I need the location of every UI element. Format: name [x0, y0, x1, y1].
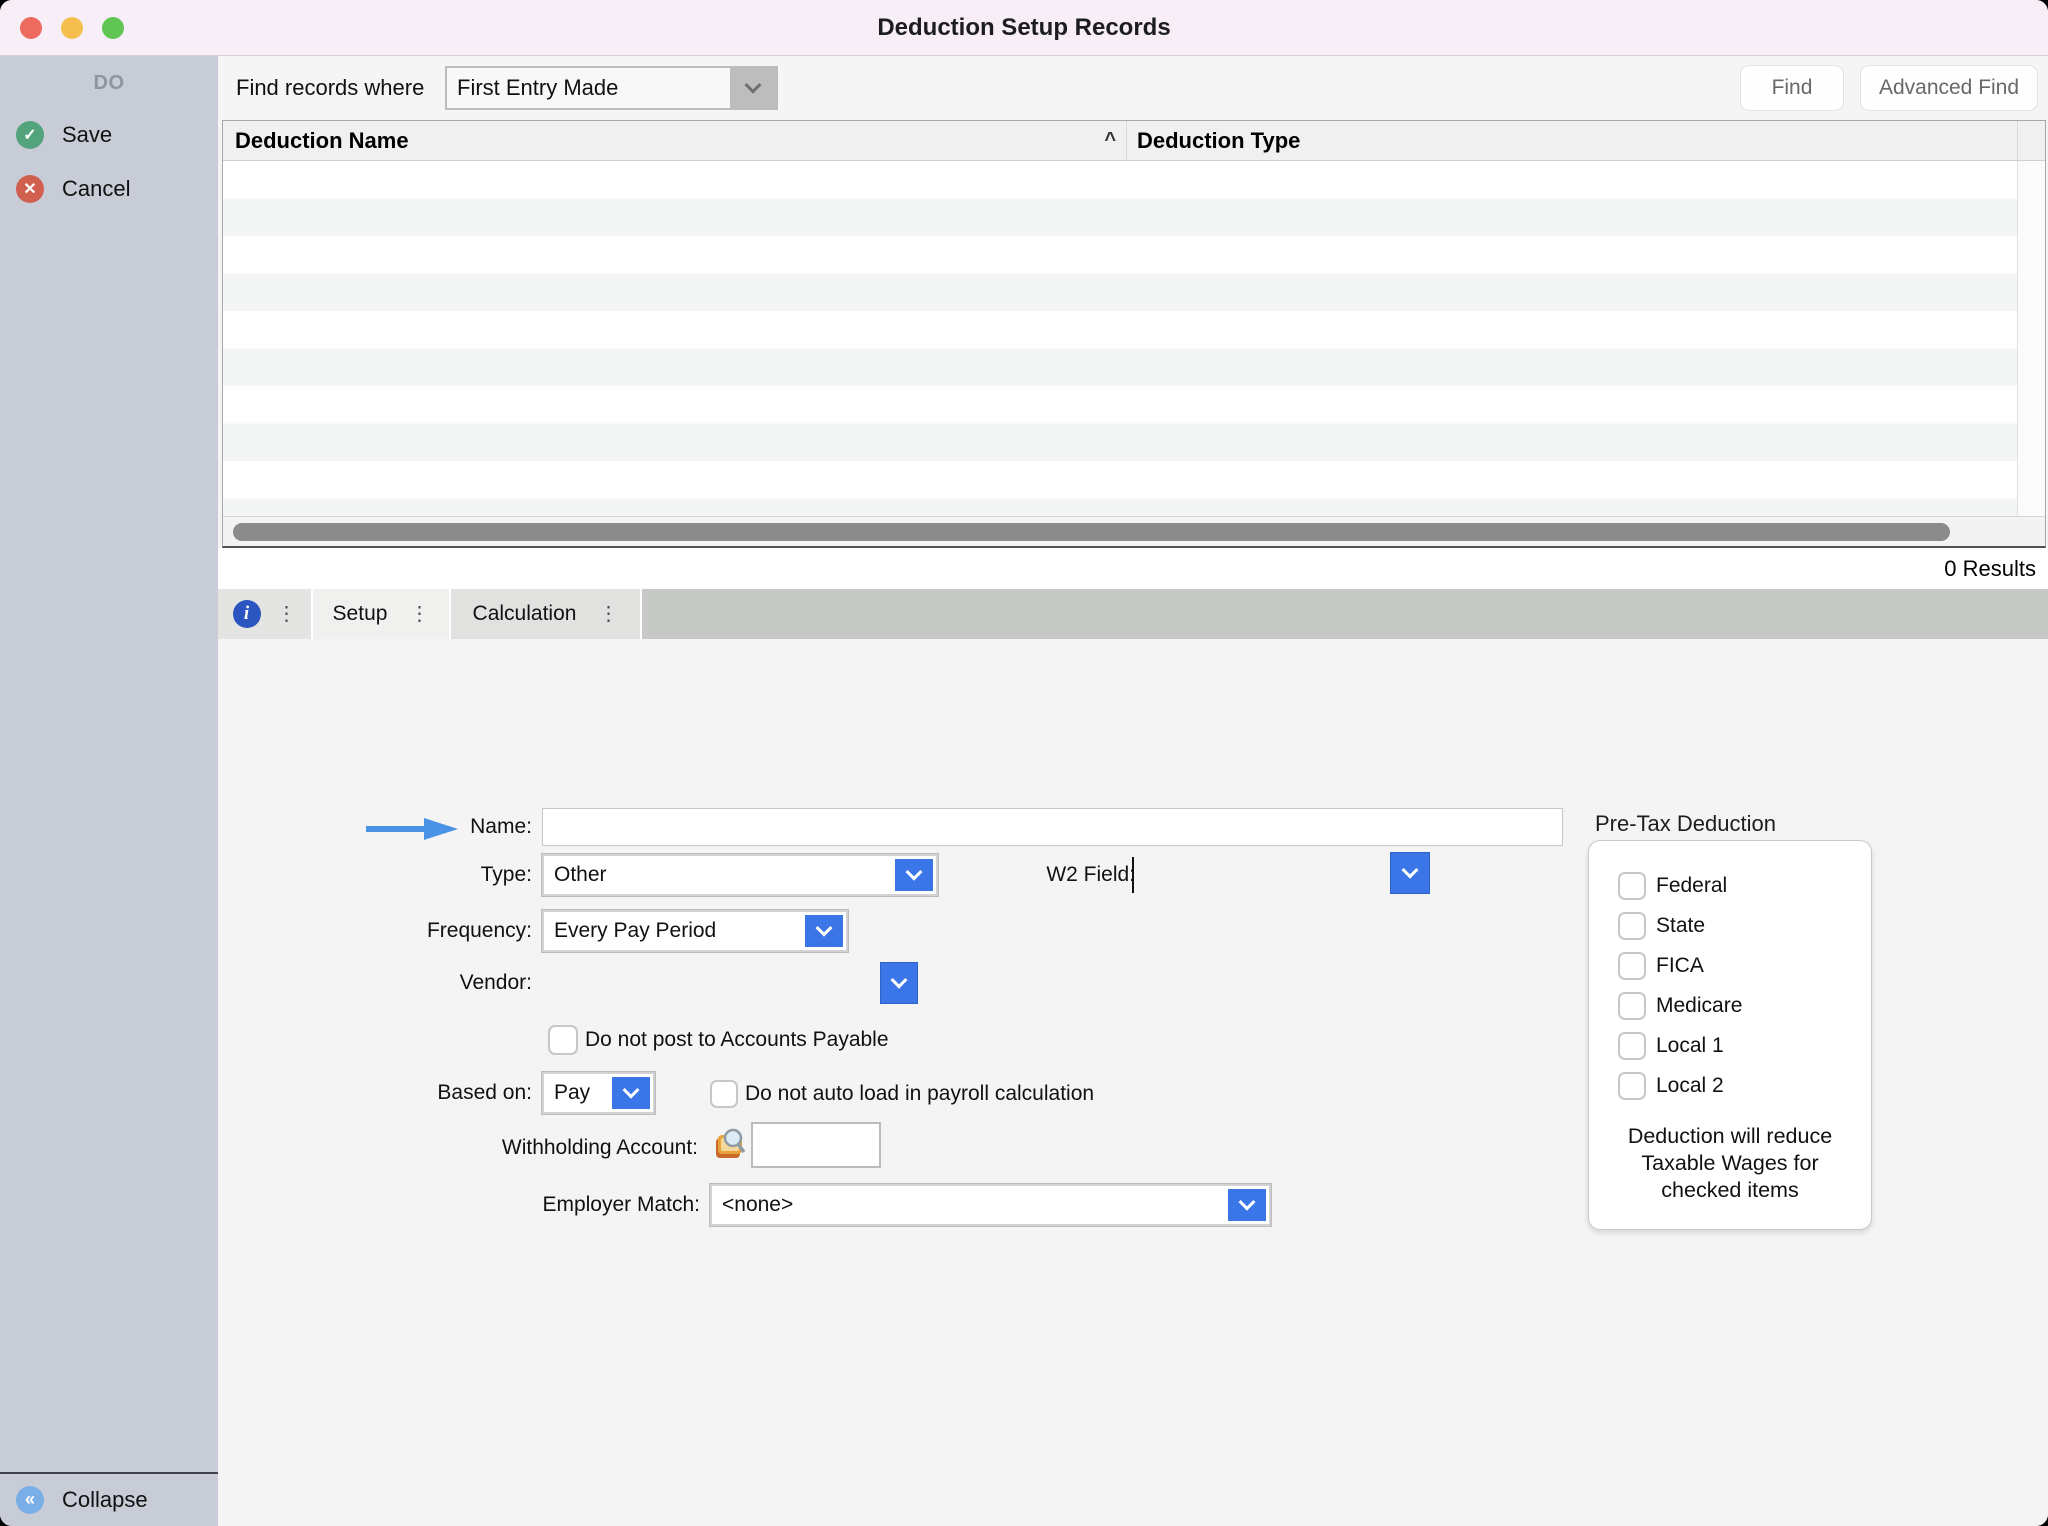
find-bar: Find records where First Entry Made Find… [218, 56, 2048, 120]
tab-bar: i ⋮ Setup ⋮ Calculation ⋮ [218, 589, 2048, 639]
pretax-federal-checkbox[interactable] [1618, 872, 1646, 900]
text-caret [1132, 857, 1134, 893]
collapse-sidebar-button[interactable]: « Collapse [0, 1472, 218, 1526]
w2-field-dropdown-button[interactable] [1390, 852, 1430, 894]
chevron-down-icon [623, 1082, 640, 1099]
do-not-post-ap-label: Do not post to Accounts Payable [585, 1025, 889, 1055]
employer-match-dropdown[interactable]: <none> [710, 1184, 1271, 1226]
tab-setup[interactable]: Setup ⋮ [313, 589, 449, 639]
advanced-find-button[interactable]: Advanced Find [1860, 65, 2038, 111]
save-button[interactable]: ✓ Save [0, 121, 218, 149]
save-check-icon: ✓ [16, 121, 44, 149]
pretax-deduction-panel: Federal State FICA Medicare Local 1 Loca… [1588, 840, 1872, 1230]
name-label: Name: [368, 808, 532, 846]
chevron-down-icon [745, 77, 762, 94]
results-bar: 0 Results [218, 548, 2048, 589]
employer-match-dropdown-button[interactable] [1228, 1189, 1266, 1221]
based-on-dropdown-button[interactable] [612, 1077, 650, 1109]
drag-dots-icon: ⋮ [598, 604, 618, 624]
vertical-scrollbar-track[interactable] [2017, 161, 2045, 516]
type-label: Type: [368, 854, 532, 896]
tab-calculation-label: Calculation [473, 602, 577, 626]
find-records-where-label: Find records where [236, 56, 424, 120]
sidebar: DO ✓ Save ✕ Cancel « Collapse [0, 56, 218, 1526]
app-window: Deduction Setup Records DO ✓ Save ✕ Canc… [0, 0, 2048, 1526]
account-lookup-icon[interactable] [713, 1126, 749, 1164]
collapse-label: Collapse [62, 1487, 148, 1513]
do-not-auto-load-checkbox[interactable] [710, 1080, 738, 1108]
horizontal-scrollbar-thumb[interactable] [233, 523, 1950, 541]
vendor-dropdown-button[interactable] [880, 962, 918, 1004]
minimize-window-button[interactable] [61, 17, 83, 39]
pretax-local2-checkbox[interactable] [1618, 1072, 1646, 1100]
employer-match-label: Employer Match: [468, 1184, 700, 1226]
name-input[interactable] [542, 808, 1563, 846]
w2-field-label: W2 Field: [978, 854, 1135, 896]
type-dropdown-button[interactable] [895, 859, 933, 891]
collapse-chevrons-icon: « [16, 1486, 44, 1514]
zoom-window-button[interactable] [102, 17, 124, 39]
cancel-label: Cancel [62, 176, 130, 202]
find-field-dropdown[interactable]: First Entry Made [445, 66, 778, 110]
based-on-dropdown[interactable]: Pay [542, 1072, 655, 1114]
chevron-down-icon [816, 920, 833, 937]
find-field-dropdown-value: First Entry Made [447, 75, 730, 101]
table-body-empty[interactable] [223, 161, 2045, 516]
pretax-medicare-label: Medicare [1656, 992, 1742, 1020]
pretax-fica-checkbox[interactable] [1618, 952, 1646, 980]
frequency-label: Frequency: [368, 910, 532, 952]
results-table: Deduction Name ^ Deduction Type [222, 120, 2046, 548]
sidebar-header: DO [0, 72, 218, 95]
withholding-account-label: Withholding Account: [468, 1127, 698, 1169]
info-icon[interactable]: i [233, 600, 261, 628]
chevron-down-icon [906, 864, 923, 881]
frequency-dropdown-button[interactable] [805, 915, 843, 947]
frequency-dropdown-value: Every Pay Period [544, 919, 846, 943]
frequency-dropdown[interactable]: Every Pay Period [542, 910, 848, 952]
save-label: Save [62, 122, 112, 148]
type-dropdown[interactable]: Other [542, 854, 938, 896]
titlebar: Deduction Setup Records [0, 0, 2048, 56]
find-field-dropdown-button[interactable] [730, 68, 776, 108]
results-count: 0 Results [1944, 556, 2036, 582]
pretax-fica-label: FICA [1656, 952, 1704, 980]
tab-bar-filler [642, 589, 2048, 639]
table-scroll-corner [2017, 121, 2045, 160]
cancel-x-icon: ✕ [16, 175, 44, 203]
pretax-local1-label: Local 1 [1656, 1032, 1724, 1060]
pretax-local1-checkbox[interactable] [1618, 1032, 1646, 1060]
chevron-down-icon [1239, 1194, 1256, 1211]
table-header-row: Deduction Name ^ Deduction Type [223, 121, 2045, 161]
cancel-button[interactable]: ✕ Cancel [0, 175, 218, 203]
close-window-button[interactable] [20, 17, 42, 39]
do-not-auto-load-label: Do not auto load in payroll calculation [745, 1080, 1094, 1108]
horizontal-scrollbar-track[interactable] [223, 516, 2045, 546]
do-not-post-ap-checkbox[interactable] [548, 1025, 578, 1055]
pretax-federal-label: Federal [1656, 872, 1727, 900]
chevron-down-icon [891, 972, 908, 989]
setup-tab-panel: Name: Type: Other W2 Field: Frequency: E… [218, 639, 2048, 1526]
column-header-deduction-name[interactable]: Deduction Name ^ [223, 121, 1127, 160]
tab-setup-label: Setup [333, 602, 388, 626]
pretax-note: Deduction will reduce Taxable Wages for … [1601, 1123, 1859, 1204]
type-dropdown-value: Other [544, 863, 936, 887]
based-on-label: Based on: [368, 1072, 532, 1114]
employer-match-dropdown-value: <none> [712, 1193, 1269, 1217]
record-info-segment[interactable]: i ⋮ [218, 589, 311, 639]
drag-dots-icon: ⋮ [409, 604, 429, 624]
pretax-local2-label: Local 2 [1656, 1072, 1724, 1100]
withholding-account-input[interactable] [751, 1122, 881, 1168]
window-title: Deduction Setup Records [877, 14, 1170, 42]
pretax-state-label: State [1656, 912, 1705, 940]
sort-ascending-icon[interactable]: ^ [1104, 129, 1116, 152]
tab-calculation[interactable]: Calculation ⋮ [451, 589, 640, 639]
chevron-down-icon [1402, 862, 1419, 879]
pretax-deduction-title: Pre-Tax Deduction [1595, 811, 1776, 837]
vendor-label: Vendor: [368, 962, 532, 1004]
column-header-deduction-type[interactable]: Deduction Type [1127, 121, 2017, 160]
drag-dots-icon: ⋮ [277, 604, 297, 624]
find-button[interactable]: Find [1740, 65, 1844, 111]
pretax-medicare-checkbox[interactable] [1618, 992, 1646, 1020]
pretax-state-checkbox[interactable] [1618, 912, 1646, 940]
